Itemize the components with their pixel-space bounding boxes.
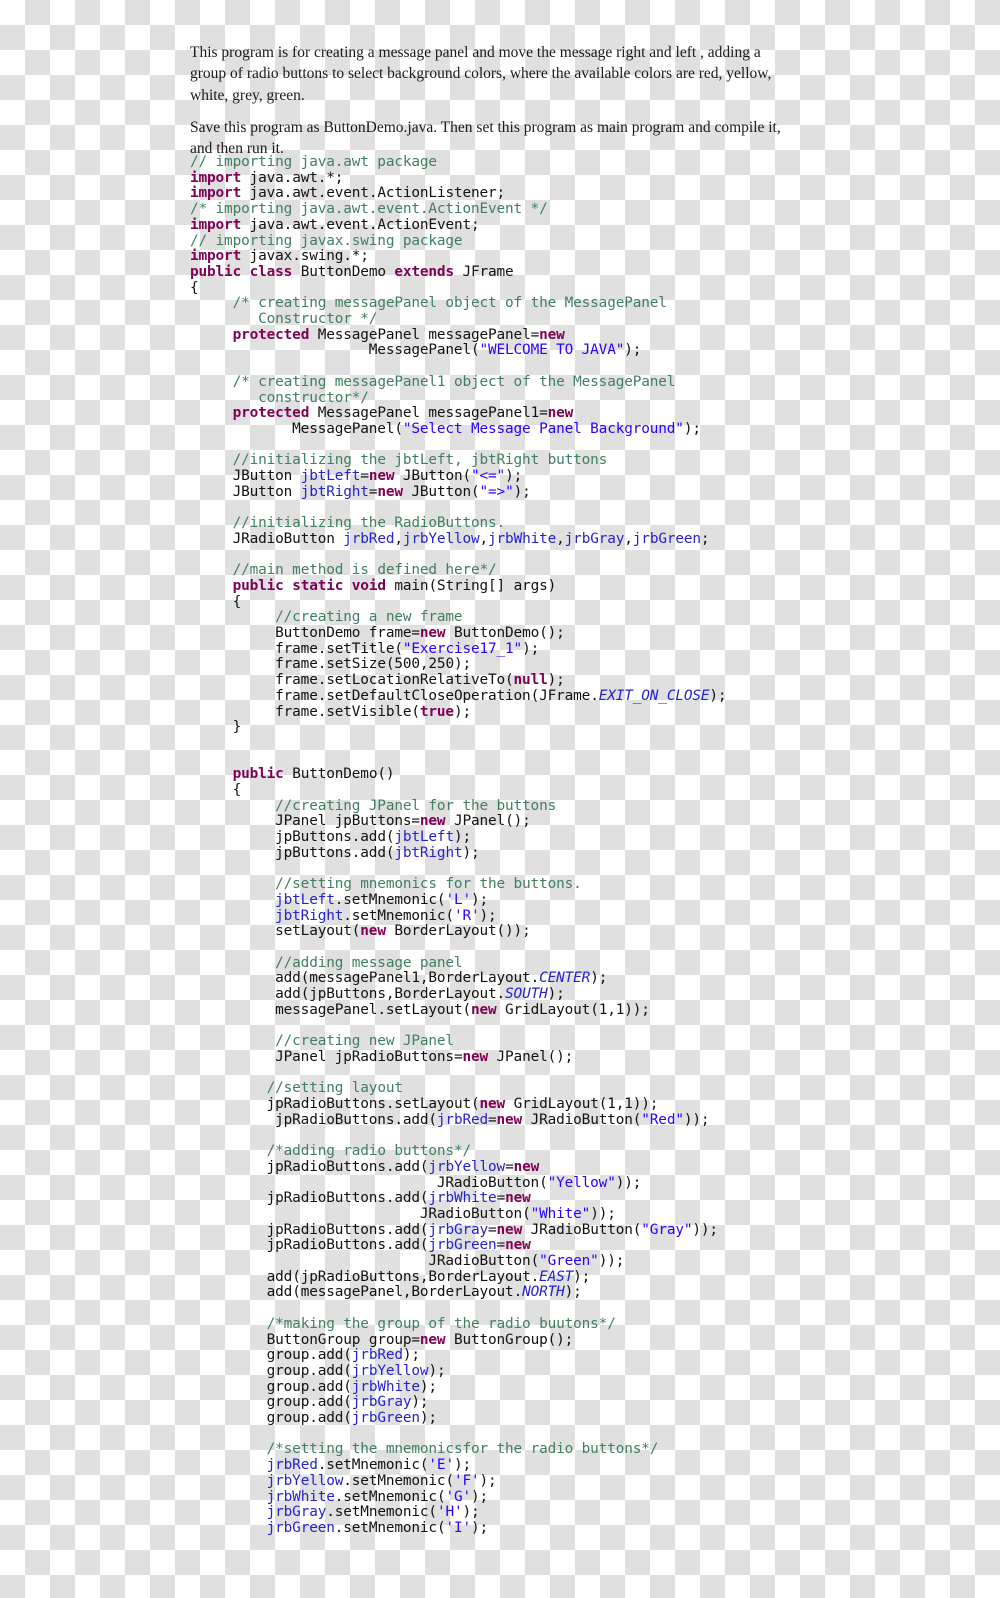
code-line: protected MessagePanel messagePanel=new [232,326,565,343]
code-line: add(messagePanel1,BorderLayout.CENTER); [275,970,608,987]
code-line: jrbGray.setMnemonic('H'); [266,1504,480,1521]
code-line: JPanel jpButtons=new JPanel(); [275,813,531,830]
code-line: //main method is defined here*/ [232,562,497,579]
code-line: import java.awt.event.ActionListener; [190,185,506,202]
code-line: //creating new JPanel [275,1033,454,1050]
code-line: jrbGreen.setMnemonic('I'); [266,1519,489,1536]
code-line: jbtRight.setMnemonic('R'); [275,907,497,924]
code-line: /*making the group of the radio buutons*… [266,1315,616,1332]
code-line: // importing java.awt package [190,154,437,170]
code-line: ButtonGroup group=new ButtonGroup(); [266,1331,574,1348]
code-line: JRadioButton("Green")); [428,1253,625,1270]
intro-paragraph-1: This program is for creating a message p… [190,43,772,104]
code-line: // importing javax.swing package [190,232,463,249]
code-line: group.add(jrbGreen); [266,1410,437,1427]
code-line: setLayout(new BorderLayout()); [275,923,531,940]
code-line: frame.setVisible(true); [275,703,471,720]
code-line: jpRadioButtons.setLayout(new GridLayout(… [266,1096,659,1113]
code-line: jpRadioButtons.add(jrbRed=new JRadioButt… [275,1111,710,1128]
code-line: //initializing the RadioButtons. [232,515,506,532]
code-line: /* creating messagePanel1 object of the … [232,373,676,390]
code-line: //adding message panel [275,954,463,971]
code-line: ButtonDemo frame=new ButtonDemo(); [275,625,565,642]
code-line: JRadioButton("White")); [419,1205,616,1222]
code-line: MessagePanel("WELCOME TO JAVA"); [368,342,642,359]
code-line: } [190,719,242,736]
code-line: { [190,593,242,610]
code-line: //creating JPanel for the buttons [275,797,557,814]
code-line: import java.awt.*; [190,169,344,186]
code-line: jrbWhite.setMnemonic('G'); [266,1488,489,1505]
java-code-listing: // importing java.awt package import java… [190,154,990,1537]
code-line: jrbYellow.setMnemonic('F'); [266,1472,497,1489]
code-line: JPanel jpRadioButtons=new JPanel(); [275,1048,574,1065]
code-line: /*setting the mnemonicsfor the radio but… [266,1441,659,1458]
code-line: group.add(jrbWhite); [266,1378,437,1395]
code-line: public class ButtonDemo extends JFrame [190,263,514,280]
page-root: This program is for creating a message p… [0,0,1000,1598]
code-line: frame.setSize(500,250); [275,656,471,673]
code-line: public static void main(String[] args) [232,577,557,594]
code-line: add(jpButtons,BorderLayout.SOUTH); [275,986,565,1003]
code-line: jpButtons.add(jbtLeft); [275,829,471,846]
code-line: group.add(jrbGray); [266,1394,429,1411]
code-line: frame.setTitle("Exercise17_1"); [275,640,540,657]
code-line: jpRadioButtons.add(jrbYellow=new [266,1158,540,1175]
code-line: frame.setDefaultCloseOperation(JFrame.EX… [275,687,727,704]
code-line: add(messagePanel,BorderLayout.NORTH); [266,1284,582,1301]
code-line: JRadioButton("Yellow")); [436,1174,642,1191]
code-line: constructor*/ [190,389,369,406]
code-line: jpRadioButtons.add(jrbGreen=new [266,1237,531,1254]
code-line: frame.setLocationRelativeTo(null); [275,672,565,689]
code-line: import javax.swing.*; [190,248,369,265]
code-line: jpRadioButtons.add(jrbWhite=new [266,1190,531,1207]
code-line: { [190,279,199,296]
code-line: MessagePanel("Select Message Panel Backg… [292,420,701,437]
code-line: JButton jbtRight=new JButton("=>"); [232,483,531,500]
code-line: import java.awt.event.ActionEvent; [190,216,480,233]
code-line: jrbRed.setMnemonic('E'); [266,1457,472,1474]
code-line: protected MessagePanel messagePanel1=new [232,405,574,422]
code-line: group.add(jrbRed); [266,1347,420,1364]
code-line: jbtLeft.setMnemonic('L'); [275,891,489,908]
code-line: /*adding radio buttons*/ [266,1143,471,1160]
code-line: /* importing java.awt.event.ActionEvent … [190,201,548,218]
code-line: //initializing the jbtLeft, jbtRight but… [232,452,608,469]
code-line: public ButtonDemo() [232,766,395,783]
code-line: JButton jbtLeft=new JButton("<="); [232,468,523,485]
code-line: group.add(jrbYellow); [266,1362,446,1379]
code-line: JRadioButton jrbRed,jrbYellow,jrbWhite,j… [232,530,710,547]
code-line: jpButtons.add(jbtRight); [275,844,480,861]
code-line: jpRadioButtons.add(jrbGray=new JRadioBut… [266,1221,718,1238]
code-line: Constructor */ [190,311,378,328]
code-line: //setting layout [266,1080,403,1097]
code-line: //creating a new frame [275,609,463,626]
code-line: /* creating messagePanel object of the M… [232,295,667,312]
code-line: add(jpRadioButtons,BorderLayout.EAST); [266,1268,591,1285]
code-line: //setting mnemonics for the buttons. [275,876,582,893]
code-line: messagePanel.setLayout(new GridLayout(1,… [275,1001,650,1018]
code-line: { [190,782,242,799]
